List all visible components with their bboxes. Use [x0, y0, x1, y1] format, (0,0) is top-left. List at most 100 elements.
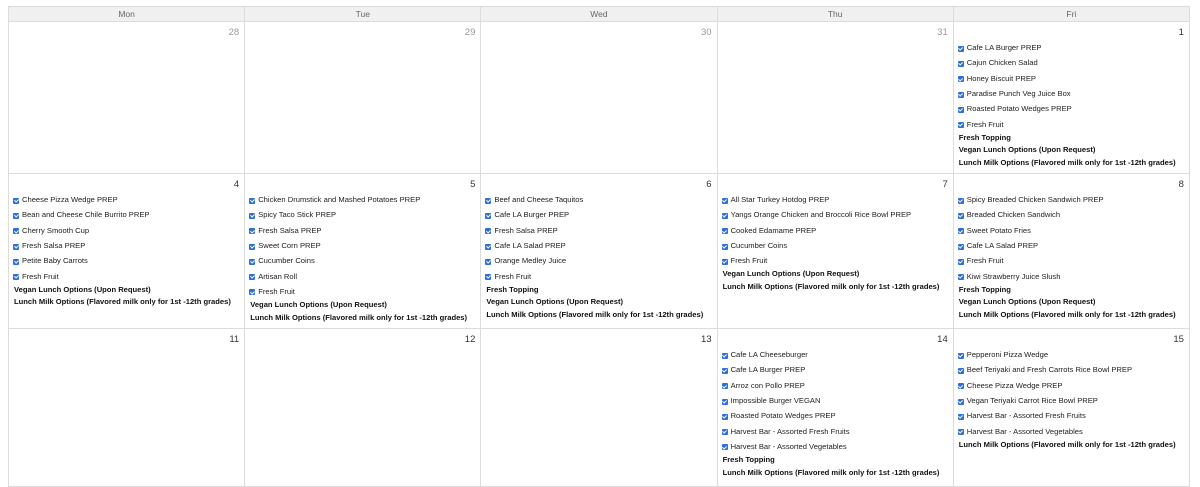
- menu-item[interactable]: Cucumber Coins: [249, 253, 478, 268]
- menu-item[interactable]: Beef Teriyaki and Fresh Carrots Rice Bow…: [957, 362, 1187, 377]
- day-number[interactable]: 13: [701, 334, 712, 345]
- menu-item[interactable]: Cafe LA Cheeseburger: [721, 347, 951, 362]
- checkbox-checked-icon[interactable]: [485, 274, 492, 281]
- checkbox-checked-icon[interactable]: [249, 258, 256, 265]
- menu-item[interactable]: All Star Turkey Hotdog PREP: [721, 192, 951, 207]
- checkbox-checked-icon[interactable]: [957, 76, 964, 83]
- menu-item[interactable]: Fresh Fruit: [957, 116, 1187, 131]
- menu-item[interactable]: Cafe LA Burger PREP: [485, 207, 714, 222]
- checkbox-checked-icon[interactable]: [485, 228, 492, 235]
- checkbox-checked-icon[interactable]: [721, 367, 728, 374]
- menu-item[interactable]: Fresh Salsa PREP: [249, 223, 478, 238]
- day-cell[interactable]: 8 Spicy Breaded Chicken Sandwich PREP Brea…: [953, 174, 1190, 329]
- menu-item[interactable]: Roasted Potato Wedges PREP: [721, 408, 951, 423]
- menu-item[interactable]: Artisan Roll: [249, 268, 478, 283]
- day-number[interactable]: 4: [234, 179, 239, 190]
- day-number[interactable]: 7: [942, 179, 947, 190]
- day-cell[interactable]: 30: [481, 22, 718, 174]
- checkbox-checked-icon[interactable]: [13, 212, 19, 219]
- checkbox-checked-icon[interactable]: [721, 228, 728, 235]
- day-cell[interactable]: 14 Cafe LA Cheeseburger Cafe LA Burger PRE…: [717, 329, 954, 487]
- day-cell[interactable]: 15 Pepperoni Pizza Wedge Beef Teriyaki and…: [953, 329, 1190, 487]
- menu-item[interactable]: Cooked Edamame PREP: [721, 223, 951, 238]
- checkbox-checked-icon[interactable]: [957, 91, 964, 98]
- menu-item[interactable]: Chicken Drumstick and Mashed Potatoes PR…: [249, 192, 478, 207]
- day-cell[interactable]: 5 Chicken Drumstick and Mashed Potatoes P…: [245, 174, 482, 329]
- menu-item[interactable]: Fresh Salsa PREP: [13, 238, 242, 253]
- checkbox-checked-icon[interactable]: [721, 258, 728, 265]
- day-cell[interactable]: 11: [9, 329, 246, 487]
- checkbox-checked-icon[interactable]: [957, 367, 964, 374]
- menu-item[interactable]: Beef and Cheese Taquitos: [485, 192, 714, 207]
- day-cell[interactable]: 13: [481, 329, 718, 487]
- checkbox-checked-icon[interactable]: [957, 60, 964, 67]
- menu-item[interactable]: Fresh Fruit: [485, 268, 714, 283]
- checkbox-checked-icon[interactable]: [957, 228, 964, 235]
- checkbox-checked-icon[interactable]: [249, 228, 256, 235]
- menu-item[interactable]: Pepperoni Pizza Wedge: [957, 347, 1187, 362]
- checkbox-checked-icon[interactable]: [957, 258, 964, 265]
- menu-item[interactable]: Paradise Punch Veg Juice Box: [957, 86, 1187, 101]
- menu-item[interactable]: Fresh Fruit: [957, 253, 1187, 268]
- checkbox-checked-icon[interactable]: [485, 258, 492, 265]
- menu-item[interactable]: Cafe LA Burger PREP: [721, 362, 951, 377]
- menu-item[interactable]: Honey Biscuit PREP: [957, 71, 1187, 86]
- day-number[interactable]: 8: [1179, 179, 1184, 190]
- checkbox-checked-icon[interactable]: [721, 413, 728, 420]
- day-cell[interactable]: 7 All Star Turkey Hotdog PREP Yangs Orange…: [717, 174, 954, 329]
- menu-item[interactable]: Yangs Orange Chicken and Broccoli Rice B…: [721, 207, 951, 222]
- day-number[interactable]: 11: [229, 334, 239, 345]
- checkbox-checked-icon[interactable]: [957, 122, 964, 129]
- checkbox-checked-icon[interactable]: [957, 106, 964, 113]
- checkbox-checked-icon[interactable]: [721, 243, 728, 250]
- day-cell[interactable]: 6 Beef and Cheese Taquitos Cafe LA Burger …: [481, 174, 718, 329]
- checkbox-checked-icon[interactable]: [721, 212, 728, 219]
- checkbox-checked-icon[interactable]: [249, 212, 256, 219]
- checkbox-checked-icon[interactable]: [249, 274, 256, 281]
- menu-item[interactable]: Kiwi Strawberry Juice Slush: [957, 268, 1187, 283]
- menu-item[interactable]: Cafe LA Salad PREP: [957, 238, 1187, 253]
- menu-item[interactable]: Sweet Corn PREP: [249, 238, 478, 253]
- menu-item[interactable]: Cheese Pizza Wedge PREP: [957, 378, 1187, 393]
- checkbox-checked-icon[interactable]: [249, 289, 256, 296]
- day-cell[interactable]: 1 Cafe LA Burger PREP Cajun Chicken Salad H…: [953, 22, 1190, 174]
- checkbox-checked-icon[interactable]: [721, 352, 728, 359]
- menu-item[interactable]: Fresh Fruit: [721, 253, 951, 268]
- day-number[interactable]: 31: [937, 27, 948, 38]
- day-number[interactable]: 5: [470, 179, 475, 190]
- checkbox-checked-icon[interactable]: [721, 398, 728, 405]
- checkbox-checked-icon[interactable]: [485, 243, 492, 250]
- menu-item[interactable]: Cheese Pizza Wedge PREP: [13, 192, 242, 207]
- checkbox-checked-icon[interactable]: [721, 429, 728, 436]
- checkbox-checked-icon[interactable]: [957, 197, 964, 204]
- checkbox-checked-icon[interactable]: [13, 197, 19, 204]
- day-number[interactable]: 1: [1179, 27, 1184, 38]
- day-number[interactable]: 28: [229, 27, 240, 38]
- day-number[interactable]: 6: [706, 179, 711, 190]
- day-number[interactable]: 29: [465, 27, 476, 38]
- menu-item[interactable]: Spicy Taco Stick PREP: [249, 207, 478, 222]
- checkbox-checked-icon[interactable]: [13, 274, 19, 281]
- checkbox-checked-icon[interactable]: [957, 383, 964, 390]
- day-cell[interactable]: 29: [245, 22, 482, 174]
- checkbox-checked-icon[interactable]: [957, 352, 964, 359]
- checkbox-checked-icon[interactable]: [13, 243, 19, 250]
- menu-item[interactable]: Vegan Teriyaki Carrot Rice Bowl PREP: [957, 393, 1187, 408]
- menu-item[interactable]: Harvest Bar - Assorted Fresh Fruits: [721, 423, 951, 438]
- checkbox-checked-icon[interactable]: [249, 243, 256, 250]
- checkbox-checked-icon[interactable]: [485, 197, 492, 204]
- menu-item[interactable]: Breaded Chicken Sandwich: [957, 207, 1187, 222]
- menu-item[interactable]: Cafe LA Salad PREP: [485, 238, 714, 253]
- menu-item[interactable]: Harvest Bar - Assorted Vegetables: [721, 439, 951, 454]
- checkbox-checked-icon[interactable]: [485, 212, 492, 219]
- checkbox-checked-icon[interactable]: [249, 197, 256, 204]
- checkbox-checked-icon[interactable]: [13, 258, 19, 265]
- checkbox-checked-icon[interactable]: [721, 197, 728, 204]
- checkbox-checked-icon[interactable]: [13, 228, 19, 235]
- menu-item[interactable]: Fresh Fruit: [249, 284, 478, 299]
- checkbox-checked-icon[interactable]: [957, 429, 964, 436]
- menu-item[interactable]: Arroz con Pollo PREP: [721, 378, 951, 393]
- day-cell[interactable]: 12: [245, 329, 482, 487]
- menu-item[interactable]: Cherry Smooth Cup: [13, 223, 242, 238]
- day-cell[interactable]: 4 Cheese Pizza Wedge PREP Bean and Cheese …: [9, 174, 246, 329]
